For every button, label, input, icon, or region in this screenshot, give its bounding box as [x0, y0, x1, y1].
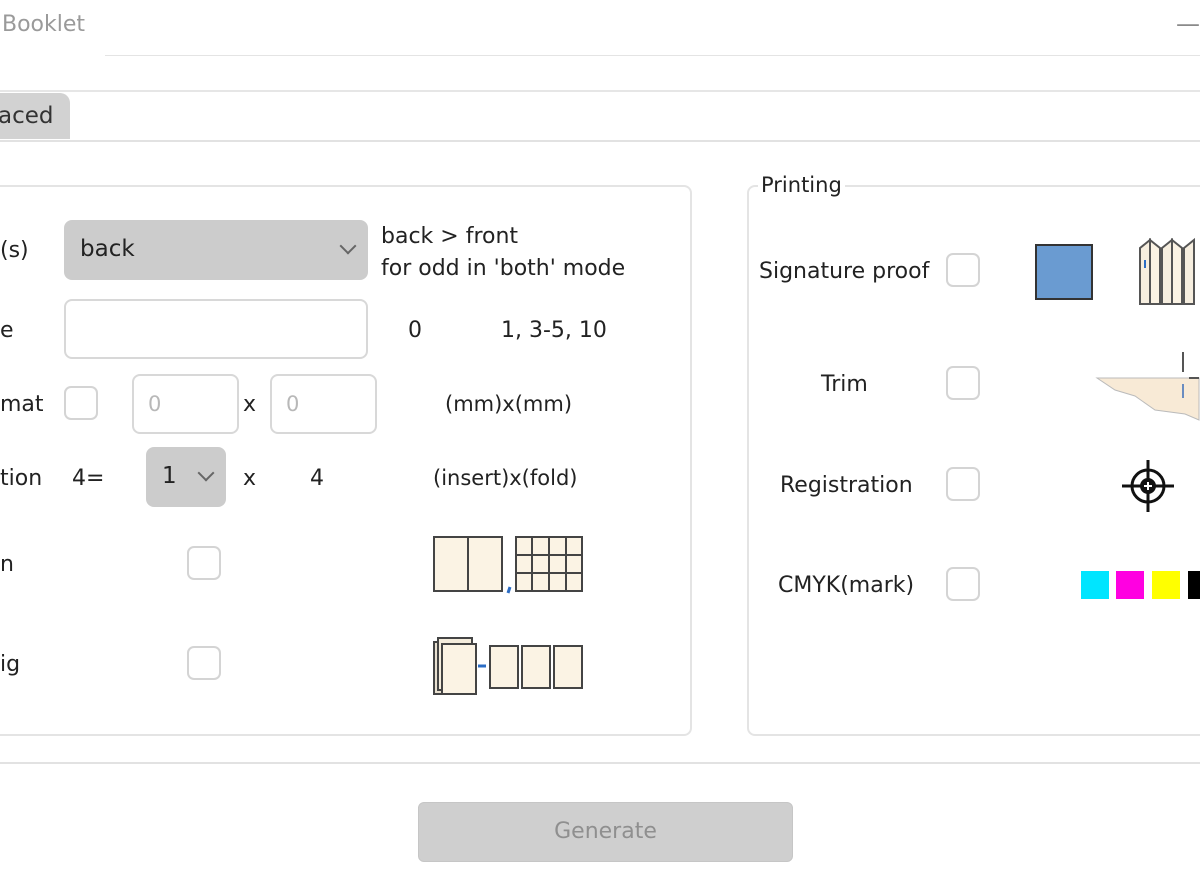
range-label: e: [0, 318, 14, 343]
generate-button[interactable]: Generate: [418, 802, 793, 862]
side-hint-line1: back > front: [381, 224, 519, 249]
row6-checkbox[interactable]: [187, 646, 221, 680]
tabbar-divider: [0, 90, 1200, 92]
cmyk-label: CMYK(mark): [778, 573, 915, 598]
signature-proof-checkbox[interactable]: [946, 253, 980, 287]
format-width-input[interactable]: 0: [132, 374, 239, 434]
title-divider: [105, 55, 1200, 56]
black-swatch: [1188, 571, 1200, 599]
format-width-placeholder: 0: [148, 392, 162, 416]
page-range-input[interactable]: [64, 299, 368, 359]
imposition-unit: (insert)x(fold): [433, 466, 578, 490]
range-example: 1, 3-5, 10: [501, 318, 607, 343]
generate-button-label: Generate: [554, 819, 657, 844]
stack-to-pages-icon: [433, 637, 583, 695]
chevron-down-icon: [339, 237, 357, 255]
imposition-prefix: 4=: [72, 466, 105, 491]
insert-select[interactable]: 1: [146, 447, 226, 507]
side-hint-line2: for odd in 'both' mode: [381, 256, 626, 281]
registration-checkbox[interactable]: [946, 467, 980, 501]
row5-label: n: [0, 552, 14, 577]
folded-signatures-icon: [1139, 237, 1195, 305]
chevron-down-icon: [197, 464, 215, 482]
side-select[interactable]: back: [64, 220, 368, 280]
row6-label: ig: [0, 652, 21, 677]
footer-divider: [0, 762, 1200, 764]
format-unit: (mm)x(mm): [445, 392, 573, 416]
signature-color-swatch[interactable]: [1035, 244, 1093, 300]
insert-select-value: 1: [162, 463, 177, 489]
minimize-button[interactable]: —: [1176, 10, 1200, 38]
cyan-swatch: [1081, 571, 1109, 599]
signature-proof-label: Signature proof: [759, 259, 930, 284]
trim-checkbox[interactable]: [946, 366, 980, 400]
format-height-input[interactable]: 0: [270, 374, 377, 434]
tab-content-divider: [0, 140, 1200, 142]
tab-label: aced: [0, 103, 54, 129]
magenta-swatch: [1116, 571, 1144, 599]
trim-mark-icon: [1095, 352, 1200, 421]
crosshair-icon: [1122, 460, 1174, 512]
format-checkbox[interactable]: [64, 386, 98, 420]
cmyk-checkbox[interactable]: [946, 567, 980, 601]
fold-value: 4: [310, 466, 324, 491]
window-title: Booklet: [2, 12, 86, 37]
registration-label: Registration: [780, 473, 913, 498]
format-x: x: [243, 392, 257, 417]
side-label: (s): [0, 238, 29, 263]
yellow-swatch: [1152, 571, 1180, 599]
tab-advanced[interactable]: aced: [0, 93, 70, 139]
page-layout-icon: [433, 536, 583, 594]
printing-legend: Printing: [758, 173, 845, 197]
format-label: mat: [0, 392, 44, 417]
page-count: 0: [408, 318, 422, 343]
side-select-value: back: [80, 236, 135, 262]
trim-label: Trim: [821, 372, 868, 397]
format-height-placeholder: 0: [286, 392, 300, 416]
imposition-label: tion: [0, 466, 43, 491]
row5-checkbox[interactable]: [187, 546, 221, 580]
imposition-x: x: [243, 466, 257, 491]
